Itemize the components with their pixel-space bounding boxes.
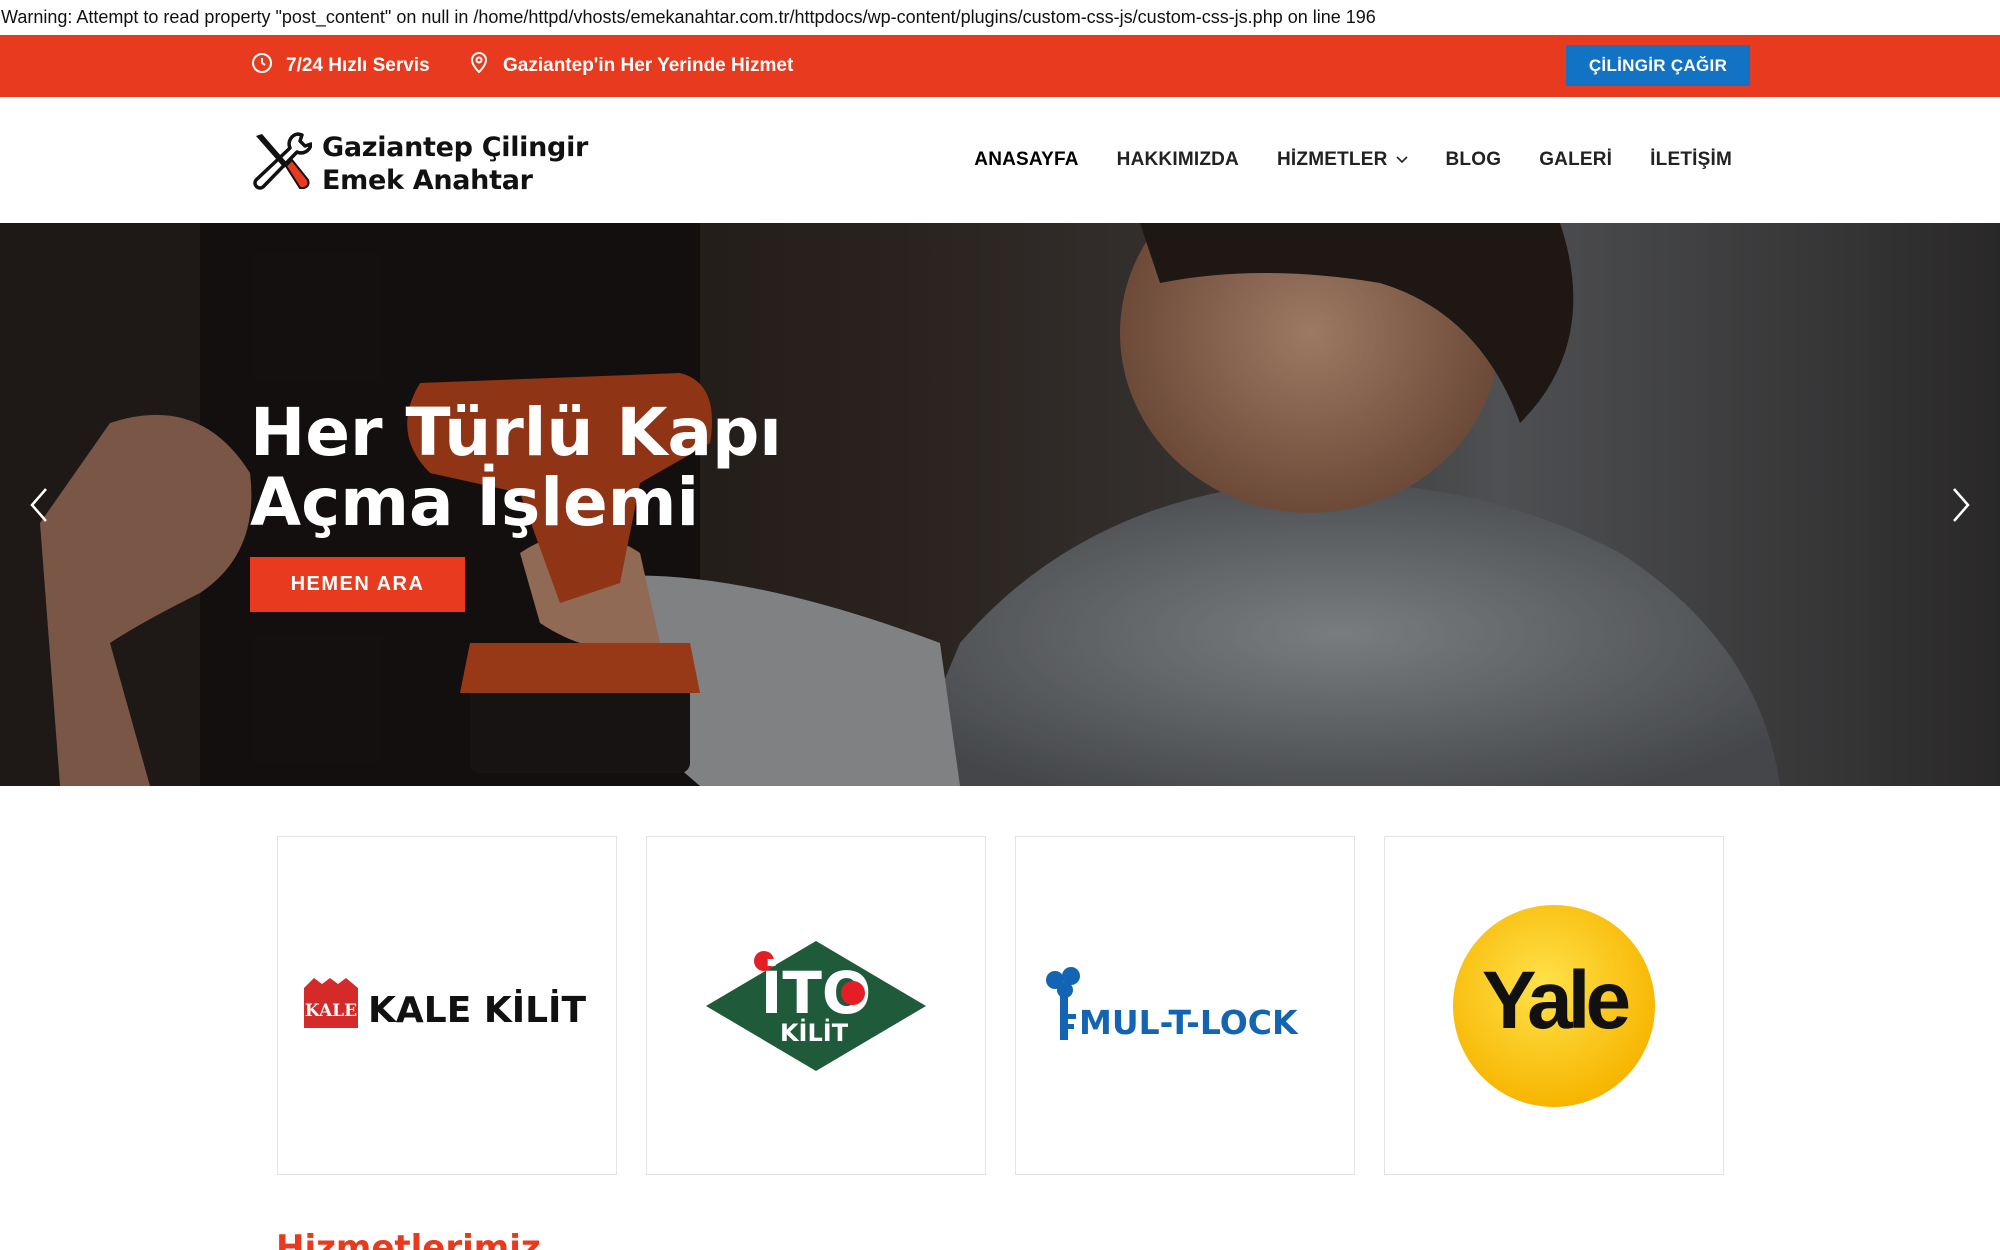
hero-title-line-1: Her Türlü Kapı [250, 394, 782, 471]
service-hours-text: 7/24 Hızlı Servis [286, 55, 430, 76]
clock-icon [250, 51, 274, 81]
site-logo[interactable]: Gaziantep Çilingir Emek Anahtar [248, 130, 588, 197]
service-hours-info: 7/24 Hızlı Servis [250, 35, 430, 97]
nav-item-contact[interactable]: İLETİŞİM [1650, 149, 1732, 171]
top-info-bar: 7/24 Hızlı Servis Gaziantep'in Her Yerin… [0, 35, 2000, 97]
mul-t-lock-logo: MUL-T-LOCK [1046, 966, 1299, 1042]
nav-item-about[interactable]: HAKKIMIZDA [1117, 149, 1239, 171]
chevron-right-icon[interactable] [1948, 485, 1974, 525]
service-area-text: Gaziantep'in Her Yerinde Hizmet [503, 55, 794, 76]
brand-logos: KALE KALE KİLİT İTO KİLİT MUL-T-LOCK Yal… [277, 836, 1724, 1175]
chevron-left-icon[interactable] [26, 485, 52, 525]
services-section-title: Hizmetlerimiz [276, 1228, 541, 1250]
nav-item-blog[interactable]: BLOG [1446, 149, 1502, 171]
svg-text:Yale: Yale [1482, 955, 1629, 1046]
site-logo-text: Gaziantep Çilingir Emek Anahtar [322, 131, 588, 197]
chevron-down-icon [1395, 156, 1408, 164]
logo-line-1: Gaziantep Çilingir [322, 131, 589, 163]
nav-item-home[interactable]: ANASAYFA [974, 149, 1078, 171]
service-area-info: Gaziantep'in Her Yerinde Hizmet [467, 35, 793, 97]
kale-kilit-logo: KALE KALE KİLİT [304, 977, 586, 1031]
ito-kilit-logo: İTO KİLİT [706, 940, 926, 1071]
hero-title: Her Türlü Kapı Açma İşlemi [250, 398, 950, 538]
logo-line-2: Emek Anahtar [322, 164, 533, 196]
svg-text:KALE: KALE [305, 1001, 357, 1021]
php-warning-message: Warning: Attempt to read property "post_… [0, 0, 2000, 35]
location-pin-icon [467, 51, 491, 81]
call-now-button[interactable]: HEMEN ARA [250, 557, 465, 612]
nav-item-gallery[interactable]: GALERİ [1539, 149, 1612, 171]
nav-item-services[interactable]: HİZMETLER [1277, 149, 1408, 171]
nav-item-services-label: HİZMETLER [1276, 149, 1388, 170]
hero-title-line-2: Açma İşlemi [250, 464, 700, 541]
brand-card-ito[interactable]: İTO KİLİT [646, 836, 986, 1175]
yale-logo: Yale [1453, 904, 1655, 1107]
call-locksmith-button[interactable]: ÇİLİNGİR ÇAĞIR [1566, 45, 1750, 86]
brand-card-mul-t-lock[interactable]: MUL-T-LOCK [1015, 836, 1355, 1175]
main-navigation: ANASAYFA HAKKIMIZDA HİZMETLER BLOG GALER… [974, 97, 1732, 223]
svg-text:KİLİT: KİLİT [780, 1018, 849, 1047]
hero-slider: Her Türlü Kapı Açma İşlemi HEMEN ARA [0, 223, 2000, 786]
brand-card-yale[interactable]: Yale [1384, 836, 1724, 1175]
svg-text:KALE KİLİT: KALE KİLİT [368, 989, 586, 1031]
brand-card-kale[interactable]: KALE KALE KİLİT [277, 836, 617, 1175]
crossed-tools-icon [248, 130, 313, 197]
svg-text:MUL-T-LOCK: MUL-T-LOCK [1079, 1003, 1299, 1042]
site-header: Gaziantep Çilingir Emek Anahtar ANASAYFA… [0, 97, 2000, 223]
